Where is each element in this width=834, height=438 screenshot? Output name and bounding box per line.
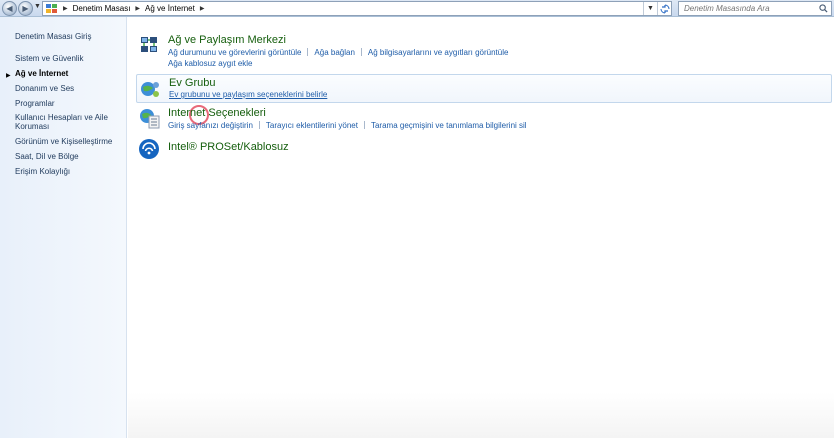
category-intel-wireless: Intel® PROSet/Kablosuz: [136, 138, 832, 162]
breadcrumb-separator-icon[interactable]: ▶: [63, 5, 68, 12]
sidebar-item-user-accounts-line2[interactable]: Koruması: [15, 122, 49, 131]
category-title[interactable]: Internet Seçenekleri: [168, 107, 266, 119]
task-link[interactable]: Giriş sayfanızı değiştirin: [168, 121, 253, 130]
internet-options-icon: [140, 109, 160, 129]
wireless-icon: [139, 139, 159, 159]
sidebar-item-clock-language[interactable]: Saat, Dil ve Bölge: [15, 152, 79, 161]
control-panel-icon: [46, 3, 58, 14]
refresh-icon[interactable]: [657, 2, 671, 15]
link-divider: [258, 121, 260, 129]
search-box[interactable]: [678, 1, 832, 16]
sidebar: Denetim Masası Giriş Sistem ve Güvenlik …: [0, 17, 127, 438]
search-icon[interactable]: [819, 4, 828, 13]
main-content: Ağ ve Paylaşım Merkezi Ağ durumunu ve gö…: [128, 17, 834, 438]
address-bar[interactable]: ▶ Denetim Masası ▶ Ağ ve İnternet ▶ ▼: [42, 1, 672, 16]
link-divider: [307, 48, 309, 56]
category-title[interactable]: Ağ ve Paylaşım Merkezi: [168, 34, 286, 46]
content-bottom-area: [128, 392, 834, 438]
category-network-sharing: Ağ ve Paylaşım Merkezi Ağ durumunu ve gö…: [136, 34, 832, 70]
recent-pages-chevron-icon[interactable]: ▼: [34, 3, 41, 10]
sidebar-item-system-security[interactable]: Sistem ve Güvenlik: [15, 54, 83, 63]
category-title[interactable]: Ev Grubu: [169, 77, 215, 89]
category-internet-options: Internet Seçenekleri Giriş sayfanızı değ…: [136, 107, 832, 135]
task-link[interactable]: Tarama geçmişini ve tanımlama bilgilerin…: [371, 121, 527, 130]
task-link[interactable]: Tarayıcı eklentilerini yönet: [266, 121, 358, 130]
sidebar-item-control-panel-home[interactable]: Denetim Masası Giriş: [15, 32, 91, 41]
task-link[interactable]: Ağ bilgisayarlarını ve aygıtları görüntü…: [368, 48, 509, 57]
category-links: Giriş sayfanızı değiştirin Tarayıcı eklen…: [168, 120, 728, 131]
link-divider: [360, 48, 362, 56]
forward-arrow-icon[interactable]: ▶: [18, 1, 33, 16]
category-links: Ağ durumunu ve görevlerini görüntüle Ağa …: [168, 47, 728, 69]
category-homegroup[interactable]: Ev Grubu Ev grubunu ve paylaşım seçenekl…: [136, 74, 832, 103]
homegroup-icon: [141, 82, 159, 97]
task-link[interactable]: Ev grubunu ve paylaşım seçeneklerini bel…: [169, 90, 327, 99]
address-dropdown-icon[interactable]: ▼: [643, 2, 657, 15]
category-title[interactable]: Intel® PROSet/Kablosuz: [168, 141, 289, 153]
back-arrow-icon[interactable]: ◀: [2, 1, 17, 16]
category-links: Ev grubunu ve paylaşım seçeneklerini bel…: [169, 89, 729, 100]
breadcrumb-network-internet[interactable]: Ağ ve İnternet: [145, 4, 195, 13]
breadcrumb-separator-icon[interactable]: ▶: [135, 5, 140, 12]
sidebar-item-hardware-sound[interactable]: Donanım ve Ses: [15, 84, 74, 93]
network-center-icon: [141, 37, 157, 52]
breadcrumb-separator-icon[interactable]: ▶: [200, 5, 205, 12]
link-divider: [363, 121, 365, 129]
sidebar-item-programs[interactable]: Programlar: [15, 99, 55, 108]
task-link[interactable]: Ağ durumunu ve görevlerini görüntüle: [168, 48, 301, 57]
navigation-bar: ◀ ▶ ▼ ▶ Denetim Masası ▶ Ağ ve İnternet …: [0, 0, 834, 17]
sidebar-item-user-accounts[interactable]: Kullanıcı Hesapları ve Aile: [15, 113, 108, 122]
breadcrumb-control-panel[interactable]: Denetim Masası: [73, 4, 131, 13]
task-link[interactable]: Ağa bağlan: [314, 48, 354, 57]
search-input[interactable]: [684, 4, 812, 13]
sidebar-item-ease-of-access[interactable]: Erişim Kolaylığı: [15, 167, 70, 176]
sidebar-item-network-internet[interactable]: Ağ ve İnternet: [15, 69, 68, 78]
sidebar-item-appearance[interactable]: Görünüm ve Kişiselleştirme: [15, 137, 112, 146]
task-link[interactable]: Ağa kablosuz aygıt ekle: [168, 59, 253, 68]
active-item-bullet-icon: ▶: [6, 73, 11, 79]
